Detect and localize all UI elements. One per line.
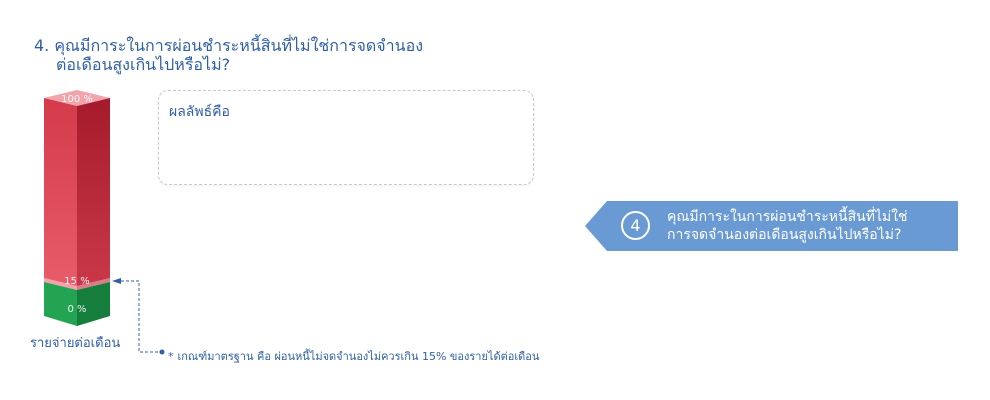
banner-text: คุณมีการะในการผ่อนชำระหนี้สินที่ไม่ใช่ ก… [667, 208, 908, 244]
footnote-star: * [168, 350, 174, 363]
connector-line [121, 280, 160, 353]
banner-text-line2: การจดจำนองต่อเดือนสูงเกินไปหรือไม่? [667, 227, 902, 243]
banner-text-line1: คุณมีการะในการผ่อนชำระหนี้สินที่ไม่ใช่ [667, 209, 908, 225]
question-banner[interactable]: 4 คุณมีการะในการผ่อนชำระหนี้สินที่ไม่ใช่… [585, 201, 958, 251]
connector-dot-icon [159, 349, 165, 355]
threshold-arrow-icon [112, 278, 121, 284]
question-number-badge: 4 [621, 211, 650, 240]
footnote-text: เกณฑ์มาตรฐาน คือ ผ่อนหนี้ไม่จดจำนองไม่คว… [177, 350, 540, 363]
threshold-connector [112, 278, 165, 355]
standard-footnote: * เกณฑ์มาตรฐาน คือ ผ่อนหนี้ไม่จดจำนองไม่ค… [168, 347, 539, 365]
